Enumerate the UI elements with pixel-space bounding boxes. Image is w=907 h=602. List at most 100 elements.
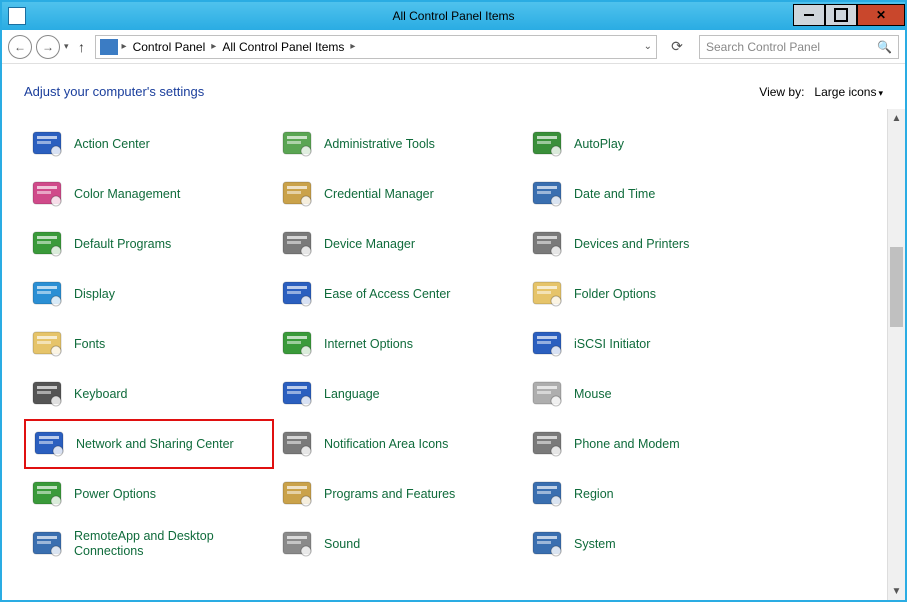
control-panel-item[interactable]: Keyboard — [24, 369, 274, 419]
history-dropdown-icon[interactable]: ▾ — [64, 41, 69, 52]
item-label: Power Options — [74, 487, 156, 502]
address-bar[interactable]: ▸ Control Panel ▸ All Control Panel Item… — [95, 35, 657, 59]
control-panel-item[interactable]: Display — [24, 269, 274, 319]
item-label: Phone and Modem — [574, 437, 680, 452]
item-label: Mouse — [574, 387, 612, 402]
item-label: Ease of Access Center — [324, 287, 450, 302]
back-button[interactable]: ← — [8, 35, 32, 59]
keyboard-icon — [30, 377, 64, 411]
language-icon — [280, 377, 314, 411]
control-panel-item[interactable]: Credential Manager — [274, 169, 524, 219]
control-panel-item[interactable]: Ease of Access Center — [274, 269, 524, 319]
control-panel-item[interactable]: Sound — [274, 519, 524, 569]
autoplay-icon — [530, 127, 564, 161]
display-icon — [30, 277, 64, 311]
item-label: AutoPlay — [574, 137, 624, 152]
item-label: Sound — [324, 537, 360, 552]
control-panel-item[interactable]: Date and Time — [524, 169, 774, 219]
item-label: Devices and Printers — [574, 237, 689, 252]
control-panel-item[interactable]: Phone and Modem — [524, 419, 774, 469]
network-and-sharing-center-icon — [32, 427, 66, 461]
control-panel-item[interactable]: Power Options — [24, 469, 274, 519]
item-label: Language — [324, 387, 380, 402]
item-label: Display — [74, 287, 115, 302]
item-label: System — [574, 537, 616, 552]
control-panel-item[interactable]: Folder Options — [524, 269, 774, 319]
fonts-icon — [30, 327, 64, 361]
window-title: All Control Panel Items — [2, 9, 905, 23]
scroll-up-arrow-icon[interactable]: ▲ — [888, 109, 905, 127]
credential-manager-icon — [280, 177, 314, 211]
control-panel-item[interactable]: Default Programs — [24, 219, 274, 269]
control-panel-item[interactable]: Devices and Printers — [524, 219, 774, 269]
chevron-right-icon[interactable]: ▸ — [350, 41, 355, 52]
item-label: Default Programs — [74, 237, 171, 252]
up-button[interactable]: ↑ — [73, 39, 91, 55]
action-center-icon — [30, 127, 64, 161]
control-panel-item[interactable]: Color Management — [24, 169, 274, 219]
chevron-right-icon[interactable]: ▸ — [122, 41, 127, 52]
view-by-value: Large icons — [814, 85, 876, 99]
control-panel-item[interactable]: Fonts — [24, 319, 274, 369]
control-panel-item[interactable]: Internet Options — [274, 319, 524, 369]
control-panel-item[interactable]: Notification Area Icons — [274, 419, 524, 469]
search-input[interactable]: Search Control Panel 🔍 — [699, 35, 899, 59]
breadcrumb-all-items[interactable]: All Control Panel Items — [218, 38, 348, 56]
item-label: RemoteApp and Desktop Connections — [74, 529, 268, 559]
item-label: Network and Sharing Center — [76, 437, 234, 452]
control-panel-item[interactable]: Programs and Features — [274, 469, 524, 519]
phone-and-modem-icon — [530, 427, 564, 461]
refresh-button[interactable]: ⟳ — [665, 35, 689, 59]
region-icon — [530, 477, 564, 511]
control-panel-item[interactable]: Language — [274, 369, 524, 419]
control-panel-item[interactable]: RemoteApp and Desktop Connections — [24, 519, 274, 569]
control-panel-item[interactable]: Action Center — [24, 119, 274, 169]
control-panel-item[interactable]: Administrative Tools — [274, 119, 524, 169]
item-label: Color Management — [74, 187, 180, 202]
page-title: Adjust your computer's settings — [24, 84, 204, 99]
header: Adjust your computer's settings View by:… — [2, 64, 905, 109]
item-label: Date and Time — [574, 187, 655, 202]
system-icon — [530, 527, 564, 561]
vertical-scrollbar[interactable]: ▲ ▼ — [887, 109, 905, 600]
scroll-down-arrow-icon[interactable]: ▼ — [888, 582, 905, 600]
items-area: Action Center Administrative Tools AutoPla… — [2, 109, 887, 600]
sound-icon — [280, 527, 314, 561]
navigation-bar: ← → ▾ ↑ ▸ Control Panel ▸ All Control Pa… — [2, 30, 905, 64]
date-and-time-icon — [530, 177, 564, 211]
folder-options-icon — [530, 277, 564, 311]
search-placeholder: Search Control Panel — [706, 40, 820, 54]
view-by-selector[interactable]: View by: Large icons▾ — [759, 85, 883, 99]
item-label: Folder Options — [574, 287, 656, 302]
forward-button[interactable]: → — [36, 35, 60, 59]
programs-and-features-icon — [280, 477, 314, 511]
titlebar[interactable]: All Control Panel Items — [2, 2, 905, 30]
devices-and-printers-icon — [530, 227, 564, 261]
control-panel-item[interactable]: Region — [524, 469, 774, 519]
control-panel-item[interactable]: System — [524, 519, 774, 569]
default-programs-icon — [30, 227, 64, 261]
notification-area-icons-icon — [280, 427, 314, 461]
item-label: Fonts — [74, 337, 105, 352]
device-manager-icon — [280, 227, 314, 261]
scrollbar-track[interactable] — [888, 127, 905, 582]
control-panel-item[interactable]: Network and Sharing Center — [24, 419, 274, 469]
chevron-right-icon[interactable]: ▸ — [211, 41, 216, 52]
item-label: iSCSI Initiator — [574, 337, 650, 352]
chevron-down-icon: ▾ — [878, 88, 883, 98]
item-label: Administrative Tools — [324, 137, 435, 152]
control-panel-item[interactable]: AutoPlay — [524, 119, 774, 169]
address-dropdown-icon[interactable]: ⌄ — [644, 41, 652, 52]
remoteapp-and-desktop-connections-icon — [30, 527, 64, 561]
internet-options-icon — [280, 327, 314, 361]
control-panel-item[interactable]: Mouse — [524, 369, 774, 419]
item-label: Notification Area Icons — [324, 437, 448, 452]
control-panel-item[interactable]: iSCSI Initiator — [524, 319, 774, 369]
search-icon: 🔍 — [877, 40, 892, 54]
administrative-tools-icon — [280, 127, 314, 161]
item-label: Programs and Features — [324, 487, 455, 502]
breadcrumb-control-panel[interactable]: Control Panel — [129, 38, 210, 56]
control-panel-item[interactable]: Device Manager — [274, 219, 524, 269]
item-label: Region — [574, 487, 614, 502]
scrollbar-thumb[interactable] — [890, 247, 903, 327]
